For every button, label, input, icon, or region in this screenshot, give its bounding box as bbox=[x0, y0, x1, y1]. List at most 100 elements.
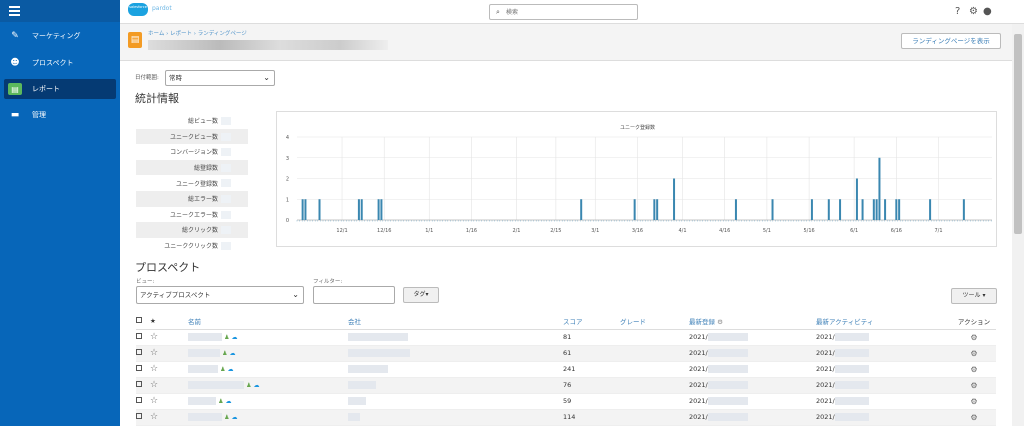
row-star[interactable]: ☆ bbox=[150, 393, 188, 410]
tag-button[interactable]: タグ▾ bbox=[403, 287, 439, 303]
star-outline-icon: ☆ bbox=[150, 364, 159, 374]
x-tick-label: 3/1 bbox=[591, 228, 599, 234]
megaphone-icon: ✎ bbox=[11, 31, 19, 41]
help-icon[interactable]: ? bbox=[955, 6, 960, 17]
stat-row: ユニークビュー数 bbox=[136, 128, 248, 145]
act-date: 2021/ bbox=[816, 365, 835, 373]
col-name[interactable]: 名前 bbox=[188, 313, 348, 330]
row-checkbox[interactable] bbox=[136, 393, 150, 410]
scrollbar[interactable] bbox=[1012, 24, 1024, 426]
prospect-company bbox=[348, 377, 563, 394]
main-content: 日付範囲: 常時 ⌄ 統計情報 総ビュー数 ユニークビュー数 コンバージョン数 総登録数… bbox=[120, 61, 1012, 426]
bar bbox=[872, 199, 875, 220]
search-box[interactable]: ⌕ bbox=[489, 4, 638, 20]
date-redacted bbox=[834, 397, 869, 405]
company-redacted bbox=[348, 333, 408, 341]
bar bbox=[357, 199, 360, 220]
view-landing-page-button[interactable]: ランディングページを表示 bbox=[901, 33, 1001, 49]
table-row[interactable]: ☆ ♟ ☁ 81 2021/2021/ ⚙ bbox=[136, 329, 996, 346]
prospect-name[interactable]: ♟ ☁ bbox=[188, 409, 348, 426]
prospect-last-registration: 2021/ bbox=[689, 329, 816, 346]
stat-value-redacted bbox=[221, 179, 231, 188]
row-star[interactable]: ☆ bbox=[150, 377, 188, 394]
stat-row: ユニーククリック数 bbox=[136, 238, 248, 254]
bar bbox=[377, 199, 380, 220]
gear-icon: ⚙ bbox=[970, 380, 978, 390]
bar bbox=[861, 199, 864, 220]
col-last-activity[interactable]: 最新アクティビティ bbox=[816, 313, 952, 330]
tools-button[interactable]: ツール ▾ bbox=[951, 288, 997, 304]
row-checkbox[interactable] bbox=[136, 345, 150, 362]
search-input[interactable] bbox=[506, 7, 631, 17]
bar bbox=[810, 199, 813, 220]
row-action[interactable]: ⚙ bbox=[952, 377, 996, 394]
row-star[interactable]: ☆ bbox=[150, 345, 188, 362]
row-action[interactable]: ⚙ bbox=[952, 361, 996, 378]
breadcrumb[interactable]: ホーム › レポート › ランディングページ bbox=[148, 29, 247, 37]
stat-label: 総エラー数 bbox=[187, 196, 218, 204]
table-row[interactable]: ☆ ♟ ☁ 114 2021/2021/ ⚙ bbox=[136, 409, 996, 426]
row-checkbox[interactable] bbox=[136, 329, 150, 346]
nav-admin[interactable]: ▬ 管理 bbox=[4, 105, 116, 125]
row-action[interactable]: ⚙ bbox=[952, 409, 996, 426]
prospect-company bbox=[348, 409, 563, 426]
star-icon: ★ bbox=[150, 316, 156, 325]
nav-prospects[interactable]: ☻ プロスペクト bbox=[4, 53, 116, 73]
search-icon: ⌕ bbox=[496, 8, 500, 16]
prospect-name[interactable]: ♟ ☁ bbox=[188, 377, 348, 394]
company-redacted bbox=[348, 413, 360, 421]
prospect-name[interactable]: ♟ ☁ bbox=[188, 393, 348, 410]
prospect-last-activity: 2021/ bbox=[816, 393, 952, 410]
x-tick-label: 2/1 bbox=[512, 228, 520, 234]
col-last-registration[interactable]: 最新登録 ⚙ bbox=[689, 313, 816, 330]
nav-label: レポート bbox=[32, 85, 60, 93]
col-score[interactable]: スコア bbox=[563, 313, 620, 330]
gear-icon: ⚙ bbox=[970, 396, 978, 406]
nav-reports[interactable]: ▤ レポート bbox=[4, 79, 116, 99]
filter-input[interactable] bbox=[313, 286, 395, 304]
col-grade[interactable]: グレード bbox=[620, 313, 689, 330]
star-outline-icon: ☆ bbox=[150, 412, 159, 422]
date-range-select[interactable]: 常時 ⌄ bbox=[165, 70, 275, 86]
prospect-name[interactable]: ♟ ☁ bbox=[188, 345, 348, 362]
bar bbox=[318, 199, 321, 220]
bar bbox=[771, 199, 774, 220]
bar bbox=[656, 199, 659, 220]
row-action[interactable]: ⚙ bbox=[952, 393, 996, 410]
bar bbox=[929, 199, 932, 220]
table-row[interactable]: ☆ ♟ ☁ 241 2021/2021/ ⚙ bbox=[136, 361, 996, 378]
date-redacted bbox=[834, 413, 869, 421]
row-action[interactable]: ⚙ bbox=[952, 329, 996, 346]
hamburger-icon[interactable] bbox=[9, 6, 20, 16]
col-actions: アクション bbox=[952, 313, 996, 330]
row-star[interactable]: ☆ bbox=[150, 361, 188, 378]
row-star[interactable]: ☆ bbox=[150, 329, 188, 346]
name-redacted bbox=[188, 413, 222, 421]
gear-icon[interactable]: ⚙ bbox=[969, 6, 978, 17]
table-row[interactable]: ☆ ♟ ☁ 61 2021/2021/ ⚙ bbox=[136, 345, 996, 362]
reg-date: 2021/ bbox=[689, 365, 708, 373]
checkbox-icon bbox=[136, 413, 142, 419]
user-icon[interactable]: ● bbox=[983, 6, 992, 17]
scrollbar-thumb[interactable] bbox=[1014, 34, 1022, 234]
star-outline-icon: ☆ bbox=[150, 332, 159, 342]
prospect-name[interactable]: ♟ ☁ bbox=[188, 329, 348, 346]
row-action[interactable]: ⚙ bbox=[952, 345, 996, 362]
col-last-registration-label: 最新登録 bbox=[689, 317, 715, 326]
row-star[interactable]: ☆ bbox=[150, 409, 188, 426]
row-checkbox[interactable] bbox=[136, 361, 150, 378]
date-redacted bbox=[707, 397, 748, 405]
row-checkbox[interactable] bbox=[136, 409, 150, 426]
row-checkbox[interactable] bbox=[136, 377, 150, 394]
prospect-company bbox=[348, 345, 563, 362]
company-redacted bbox=[348, 381, 376, 389]
users-icon: ☻ bbox=[10, 58, 20, 68]
select-all-checkbox[interactable] bbox=[136, 313, 150, 330]
prospect-name[interactable]: ♟ ☁ bbox=[188, 361, 348, 378]
stat-value-redacted bbox=[221, 117, 231, 125]
table-row[interactable]: ☆ ♟ ☁ 76 2021/2021/ ⚙ bbox=[136, 377, 996, 394]
col-company[interactable]: 会社 bbox=[348, 313, 563, 330]
nav-marketing[interactable]: ✎ マーケティング bbox=[4, 26, 116, 46]
table-row[interactable]: ☆ ♟ ☁ 59 2021/2021/ ⚙ bbox=[136, 393, 996, 410]
view-select[interactable]: アクティブプロスペクト ⌄ bbox=[136, 286, 304, 304]
